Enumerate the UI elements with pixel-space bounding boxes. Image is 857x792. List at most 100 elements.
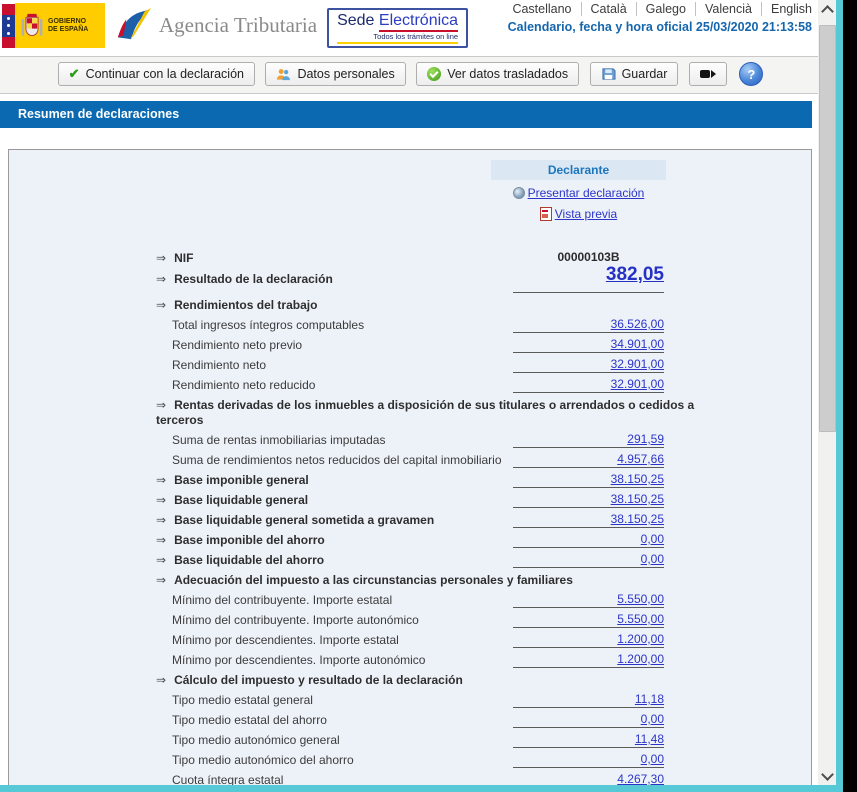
row-label: NIF xyxy=(174,251,193,265)
row-arrow-icon: ⇒ xyxy=(156,573,166,587)
row-value-link[interactable]: 38.150,25 xyxy=(611,492,664,506)
browser-window: GOBIERNO DE ESPAÑA Agencia Tributaria Se… xyxy=(0,0,843,792)
lang-catala[interactable]: Català xyxy=(582,2,637,16)
lang-valencia[interactable]: Valencià xyxy=(696,2,762,16)
row-value-link[interactable]: 1.200,00 xyxy=(617,652,664,666)
table-row: ⇒Base liquidable del ahorro 0,00 xyxy=(9,550,811,570)
row-value-field: 32.901,00 xyxy=(513,377,664,393)
row-value-link[interactable]: 4.267,30 xyxy=(617,772,664,785)
row-label: Resultado de la declaración xyxy=(174,272,333,286)
lang-galego[interactable]: Galego xyxy=(637,2,696,16)
question-icon: ? xyxy=(747,67,755,82)
present-declaration-label: Presentar declaración xyxy=(528,184,645,202)
row-value-link[interactable]: 1.200,00 xyxy=(617,632,664,646)
row-value-link[interactable]: 5.550,00 xyxy=(617,612,664,626)
table-row: ⇒Adecuación del impuesto a las circunsta… xyxy=(9,570,811,590)
table-row: Rendimiento neto reducido 32.901,00 xyxy=(9,375,811,395)
row-value-link[interactable]: 11,18 xyxy=(635,692,664,706)
row-value-link[interactable]: 5.550,00 xyxy=(617,592,664,606)
row-label: Mínimo del contribuyente. Importe autonó… xyxy=(172,613,419,627)
row-arrow-icon: ⇒ xyxy=(156,513,166,527)
row-value-link[interactable]: 32.901,00 xyxy=(611,377,664,391)
table-row: Rendimiento neto 32.901,00 xyxy=(9,355,811,375)
row-label: Tipo medio autonómico general xyxy=(172,733,340,747)
save-icon xyxy=(601,67,616,81)
sede-tagline: Todos los trámites on line xyxy=(337,32,458,44)
row-value-field: 34.901,00 xyxy=(513,337,664,353)
row-label: Base liquidable general sometida a grava… xyxy=(174,513,434,527)
spain-eu-flag-icon xyxy=(2,4,15,48)
calendar-link[interactable]: Calendario, fecha y hora oficial xyxy=(508,20,693,34)
row-arrow-icon: ⇒ xyxy=(156,533,166,547)
table-row: Tipo medio estatal general 11,18 xyxy=(9,690,811,710)
row-value-field: 382,05 xyxy=(513,267,664,293)
table-row: Mínimo del contribuyente. Importe autonó… xyxy=(9,610,811,630)
personal-data-button[interactable]: Datos personales xyxy=(265,62,405,86)
row-label: Rendimientos del trabajo xyxy=(174,298,317,312)
pdf-icon xyxy=(540,207,552,221)
row-value-link[interactable]: 0,00 xyxy=(641,712,664,726)
row-label: Rendimiento neto xyxy=(172,358,266,372)
table-row: ⇒NIF 00000103B xyxy=(9,248,811,268)
row-value-link[interactable]: 0,00 xyxy=(641,752,664,766)
save-button[interactable]: Guardar xyxy=(590,62,679,86)
continue-declaration-button[interactable]: ✔ Continuar con la declaración xyxy=(58,62,255,86)
camera-icon xyxy=(700,70,716,78)
lang-castellano[interactable]: Castellano xyxy=(503,2,581,16)
table-row: Mínimo por descendientes. Importe autonó… xyxy=(9,650,811,670)
help-button[interactable]: ? xyxy=(739,62,763,86)
declarante-column-header: Declarante xyxy=(491,160,666,180)
view-transferred-data-button[interactable]: Ver datos trasladados xyxy=(416,62,579,86)
row-value-link[interactable]: 11,48 xyxy=(635,732,664,746)
row-value-field: 0,00 xyxy=(513,552,664,568)
row-label: Total ingresos íntegros computables xyxy=(172,318,364,332)
row-value-link[interactable]: 32.901,00 xyxy=(611,357,664,371)
row-label: Suma de rentas inmobiliarias imputadas xyxy=(172,433,385,447)
scroll-down-button[interactable] xyxy=(818,767,836,785)
lang-english[interactable]: English xyxy=(762,2,812,16)
check-icon: ✔ xyxy=(69,66,80,82)
preview-link[interactable]: Vista previa xyxy=(540,205,617,223)
gobierno-espana-logo: GOBIERNO DE ESPAÑA xyxy=(15,3,105,48)
row-value-field: 291,59 xyxy=(513,432,664,448)
row-label: Base imponible del ahorro xyxy=(174,533,325,547)
row-value-link[interactable]: 0,00 xyxy=(641,552,664,566)
row-value-link[interactable]: 4.957,66 xyxy=(617,452,664,466)
video-button[interactable] xyxy=(689,62,727,86)
row-label: Tipo medio estatal del ahorro xyxy=(172,713,327,727)
gobierno-text-line2: DE ESPAÑA xyxy=(48,26,88,34)
chevron-up-icon xyxy=(821,5,834,18)
scroll-up-button[interactable] xyxy=(818,0,836,18)
row-value-link[interactable]: 38.150,25 xyxy=(611,472,664,486)
row-value-field: 0,00 xyxy=(513,752,664,768)
row-value-link[interactable]: 36.526,00 xyxy=(611,317,664,331)
result-value-link[interactable]: 382,05 xyxy=(606,264,664,285)
row-label: Rentas derivadas de los inmuebles a disp… xyxy=(156,398,694,427)
row-value-link[interactable]: 0,00 xyxy=(641,532,664,546)
row-label: Tipo medio autonómico del ahorro xyxy=(172,753,354,767)
language-switcher: CastellanoCatalàGalegoValenciàEnglish xyxy=(503,2,812,16)
row-label: Cuota íntegra estatal xyxy=(172,773,283,785)
row-value-link[interactable]: 34.901,00 xyxy=(611,337,664,351)
row-label: Cálculo del impuesto y resultado de la d… xyxy=(174,673,463,687)
scrollbar-thumb[interactable] xyxy=(819,25,836,432)
chevron-down-icon xyxy=(821,768,834,781)
page-title-bar: Resumen de declaraciones xyxy=(0,101,812,128)
row-value-link[interactable]: 38.150,25 xyxy=(611,512,664,526)
personal-data-label: Datos personales xyxy=(297,67,394,81)
row-value-link[interactable]: 291,59 xyxy=(627,432,664,446)
table-row: Mínimo del contribuyente. Importe estata… xyxy=(9,590,811,610)
present-declaration-link[interactable]: Presentar declaración xyxy=(513,184,645,202)
row-arrow-icon: ⇒ xyxy=(156,251,166,265)
table-row: Suma de rendimientos netos reducidos del… xyxy=(9,450,811,470)
vertical-scrollbar[interactable] xyxy=(818,0,836,785)
row-arrow-icon: ⇒ xyxy=(156,398,166,412)
row-arrow-icon: ⇒ xyxy=(156,272,166,286)
declaration-summary-panel: Declarante Presentar declaración Vista p… xyxy=(8,149,812,785)
row-value-field: 5.550,00 xyxy=(513,592,664,608)
gobierno-text-line1: GOBIERNO xyxy=(48,18,88,26)
row-label: Mínimo por descendientes. Importe estata… xyxy=(172,633,399,647)
row-value-field: 4.267,30 xyxy=(513,772,664,785)
row-value-field: 11,18 xyxy=(513,692,664,708)
row-arrow-icon: ⇒ xyxy=(156,473,166,487)
